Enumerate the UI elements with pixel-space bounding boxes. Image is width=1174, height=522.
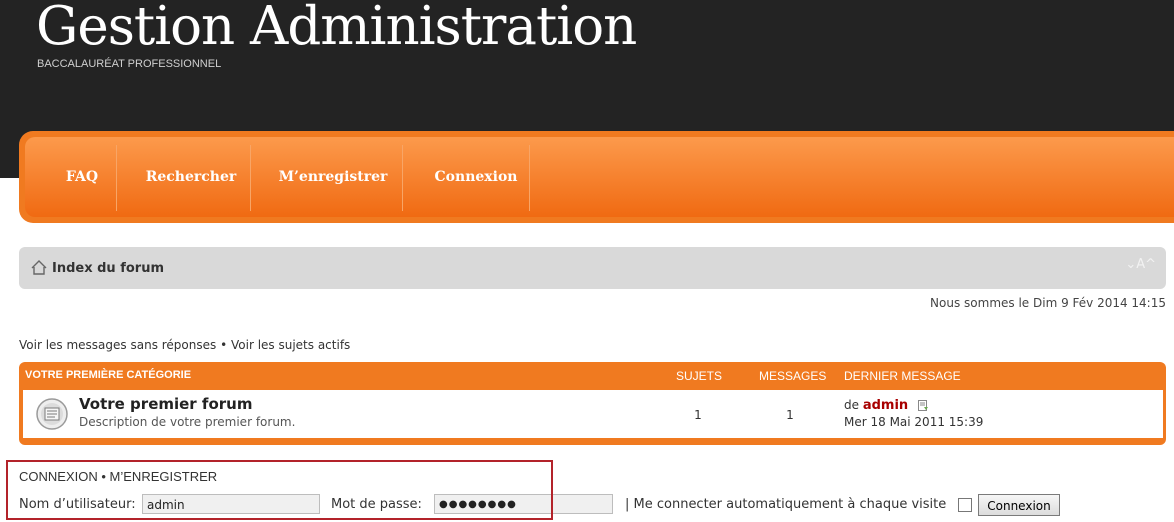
- navbar-inner: FAQ Rechercher M’enregistrer Connexion: [25, 137, 1174, 217]
- forum-read-icon: [36, 398, 68, 430]
- highlight-box: [6, 460, 553, 520]
- column-last-post: DERNIER MESSAGE: [844, 369, 961, 383]
- category-table: VOTRE PREMIÈRE CATÉGORIE SUJETS MESSAGES…: [19, 362, 1166, 445]
- active-topics-link[interactable]: Voir les sujets actifs: [231, 338, 350, 352]
- forum-post-count: 1: [786, 408, 794, 422]
- quick-links: Voir les messages sans réponses • Voir l…: [19, 338, 350, 352]
- site-subtitle: BACCALAURÉAT PROFESSIONNEL: [37, 58, 222, 70]
- main-navbar: FAQ Rechercher M’enregistrer Connexion: [19, 131, 1174, 223]
- last-post-prefix: de: [844, 398, 859, 412]
- login-submit-button[interactable]: Connexion: [978, 494, 1060, 516]
- home-icon[interactable]: [31, 260, 47, 275]
- last-post-author[interactable]: admin: [863, 398, 908, 413]
- nav-search[interactable]: Rechercher: [131, 137, 251, 217]
- breadcrumb: Index du forum ⌄A^: [19, 247, 1166, 289]
- unanswered-link[interactable]: Voir les messages sans réponses: [19, 338, 216, 352]
- column-topics: SUJETS: [676, 369, 723, 383]
- nav-separator: [402, 145, 403, 211]
- forum-row: Votre premier forum Description de votre…: [23, 390, 1163, 438]
- current-date: Nous sommes le Dim 9 Fév 2014 14:15: [930, 296, 1166, 310]
- forum-title[interactable]: Votre premier forum: [79, 395, 252, 413]
- nav-register[interactable]: M’enregistrer: [263, 137, 403, 217]
- last-post-date: Mer 18 Mai 2011 15:39: [844, 415, 984, 429]
- nav-separator: [529, 145, 530, 211]
- autologin-checkbox[interactable]: [958, 498, 972, 512]
- site-title[interactable]: Gestion Administration: [36, 0, 637, 57]
- nav-separator: [250, 145, 251, 211]
- autologin-label: | Me connecter automatiquement à chaque …: [625, 497, 947, 512]
- nav-login[interactable]: Connexion: [415, 137, 537, 217]
- last-post-by: de admin: [844, 398, 929, 413]
- view-latest-post-icon[interactable]: [918, 400, 929, 411]
- column-posts: MESSAGES: [759, 369, 827, 383]
- forum-description: Description de votre premier forum.: [79, 415, 296, 429]
- category-title[interactable]: VOTRE PREMIÈRE CATÉGORIE: [25, 369, 191, 381]
- breadcrumb-forum-index[interactable]: Index du forum: [52, 261, 164, 276]
- forum-topic-count: 1: [694, 408, 702, 422]
- nav-faq[interactable]: FAQ: [47, 137, 117, 217]
- links-separator: •: [220, 338, 228, 352]
- font-size-control[interactable]: ⌄A^: [1125, 257, 1156, 272]
- nav-separator: [116, 145, 117, 211]
